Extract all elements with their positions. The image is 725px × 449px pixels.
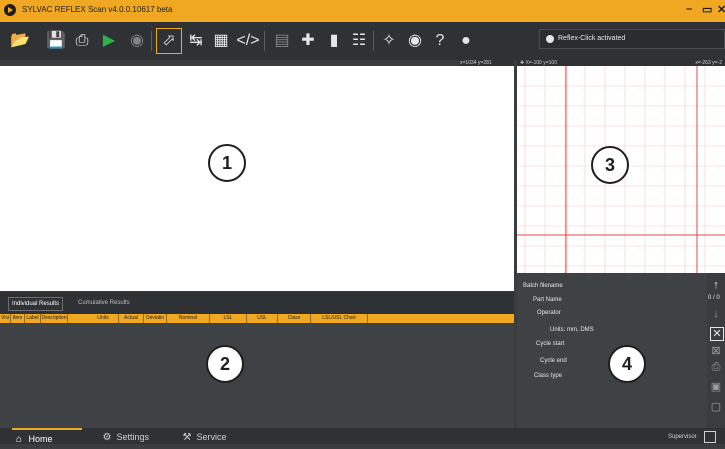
- settings-icon: ⚙: [102, 432, 112, 443]
- field-cycle-start: Cycle start: [536, 341, 565, 347]
- column-header[interactable]: Actual: [119, 314, 144, 323]
- notification-text: Reflex-Click activated: [558, 35, 626, 42]
- view1-badge: 1: [208, 144, 246, 182]
- code-icon[interactable]: </>: [236, 29, 260, 53]
- column-header[interactable]: Deviatio: [144, 314, 167, 323]
- nav-service[interactable]: ⚒ Service: [180, 428, 227, 444]
- column-header[interactable]: Item: [11, 314, 25, 323]
- column-header[interactable]: Class: [278, 314, 311, 323]
- print-icon[interactable]: ⎙: [70, 29, 94, 53]
- print-icon[interactable]: ⎙: [710, 361, 722, 373]
- folder-open-icon[interactable]: 📂: [8, 29, 32, 53]
- tab-cumulative-results[interactable]: Cumulative Results: [75, 297, 133, 309]
- close-button[interactable]: ✕: [717, 3, 725, 16]
- stop-icon[interactable]: ◉: [125, 29, 149, 53]
- details-badge: 4: [608, 345, 646, 383]
- results-badge: 2: [206, 345, 244, 383]
- info-icon: [546, 35, 554, 43]
- column-header[interactable]: Visi: [0, 314, 11, 323]
- toolbar-separator: [151, 31, 152, 51]
- delete-icon[interactable]: ✕: [710, 327, 724, 341]
- field-class-type: Class type: [534, 373, 563, 379]
- arrow-down-icon[interactable]: ↓: [710, 308, 722, 320]
- field-cycle-end: Cycle end: [540, 358, 567, 364]
- results-tabs: Individual Results Cumulative Results: [0, 292, 514, 314]
- column-header[interactable]: Label: [25, 314, 41, 323]
- window-title: SYLVAC REFLEX Scan v4.0.0.10617 beta: [22, 5, 173, 14]
- column-header[interactable]: LSL: [210, 314, 247, 323]
- home-icon: ⌂: [15, 434, 23, 445]
- arrow-up-icon[interactable]: ↑: [710, 279, 722, 291]
- eye-icon[interactable]: ◉: [403, 29, 427, 53]
- service-icon: ⚒: [182, 432, 192, 443]
- results-column-header: Visi Item Label Description Units Actual…: [0, 314, 514, 323]
- logout-icon[interactable]: [704, 431, 716, 443]
- help-icon[interactable]: ?: [428, 29, 452, 53]
- notification-box: Reflex-Click activated: [539, 29, 725, 49]
- toolbar-separator: [264, 31, 265, 51]
- rocket-icon[interactable]: ●: [454, 29, 478, 53]
- results-panel: Individual Results Cumulative Results Vi…: [0, 292, 514, 428]
- grid-view[interactable]: 3: [517, 66, 725, 273]
- column-header[interactable]: Description: [41, 314, 68, 323]
- user-label: Supervisor: [668, 434, 697, 440]
- nav-settings[interactable]: ⚙ Settings: [100, 428, 150, 444]
- lock-icon[interactable]: ▣: [710, 381, 722, 393]
- toolbar-separator: [373, 31, 374, 51]
- details-sidebar: ↑ 0 / 0 ↓ ✕ ⊠ ⎙ ▣ ▢: [707, 273, 725, 428]
- minimize-button[interactable]: –: [686, 3, 692, 15]
- nav-home[interactable]: ⌂ Home: [12, 428, 82, 446]
- field-batch-filename: Batch filename: [523, 283, 563, 289]
- maximize-button[interactable]: ▭: [702, 3, 712, 16]
- column-header[interactable]: Nominal: [167, 314, 210, 323]
- bottom-navbar: ⌂ Home ⚙ Settings ⚒ Service Supervisor: [0, 428, 725, 446]
- field-part-name: Part Name: [533, 297, 562, 303]
- main-view[interactable]: 1: [0, 66, 514, 291]
- align-icon[interactable]: ☷: [347, 29, 371, 53]
- column-header[interactable]: USL: [247, 314, 278, 323]
- app-logo-icon: [4, 4, 16, 16]
- bar-icon[interactable]: ▮: [322, 29, 346, 53]
- title-bar: SYLVAC REFLEX Scan v4.0.0.10617 beta – ▭…: [0, 0, 725, 22]
- ruler-icon[interactable]: ▤: [270, 29, 294, 53]
- column-header[interactable]: Units: [88, 314, 119, 323]
- field-units: Units: mm, DMS: [550, 327, 594, 333]
- loop-icon[interactable]: ↹: [184, 29, 208, 53]
- column-header[interactable]: LSL/USL Chart: [311, 314, 368, 323]
- save-icon[interactable]: 💾: [44, 29, 68, 53]
- view3-badge: 3: [591, 146, 629, 184]
- crosshair-icon[interactable]: ✚: [296, 29, 320, 53]
- tab-individual-results[interactable]: Individual Results: [8, 297, 64, 311]
- grid-icon[interactable]: ▦: [209, 29, 233, 53]
- record-counter: 0 / 0: [708, 295, 720, 301]
- field-operator: Operator: [537, 310, 561, 316]
- profile-icon[interactable]: ⬀: [156, 28, 182, 54]
- delete-all-icon[interactable]: ⊠: [710, 345, 722, 357]
- target-icon[interactable]: ✧: [377, 29, 401, 53]
- export-icon[interactable]: ▢: [710, 401, 722, 413]
- details-panel: Batch filename Part Name Operator Units:…: [517, 273, 707, 428]
- play-icon[interactable]: ▶: [97, 29, 121, 53]
